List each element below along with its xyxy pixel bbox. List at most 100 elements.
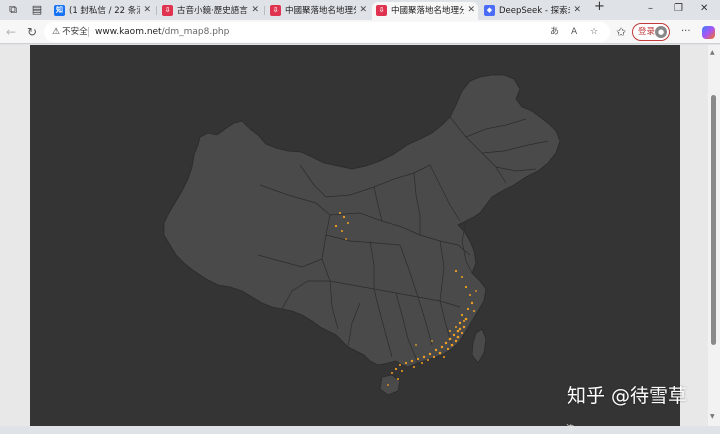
close-icon[interactable]: ✕ [573,4,581,16]
dot [469,294,471,296]
dot [452,333,456,337]
dot [341,230,343,232]
tab-title: (1 封私信 / 22 条消息) [69,6,140,16]
reload-icon[interactable]: ↻ [27,24,37,40]
china-landmass [163,74,561,368]
minimize-button[interactable]: – [648,2,653,16]
dot [456,335,460,339]
dot [443,356,445,358]
address-bar[interactable]: ⚠ 不安全 www.kaom.net/dm_map8.php あ A ☆ [44,22,610,42]
dot [342,215,346,219]
tab-title: 古音小鏡·歷史語言學 [177,6,248,16]
dot [448,337,452,341]
translate-icon[interactable]: あ [550,26,559,38]
dot [415,344,417,346]
more-menu-icon[interactable]: ··· [681,24,691,40]
copilot-icon[interactable] [702,26,715,39]
dot [458,327,462,331]
dot [339,212,341,214]
tab-bar: ⧉ ▤ 知 (1 封私信 / 22 条消息) ✕ ⇩ 古音小鏡·歷史語言學 ✕ … [0,0,720,20]
dot [458,321,462,325]
read-aloud-icon[interactable]: A [571,26,577,38]
dot [462,325,466,329]
close-icon[interactable]: ✕ [467,4,475,16]
warning-icon: ⚠ [52,27,61,37]
dot [464,317,468,321]
favorite-star-icon[interactable]: ☆ [590,26,598,38]
deepseek-icon: ◆ [484,5,495,16]
dot [427,359,429,361]
tab-map-active[interactable]: ⇩ 中國聚落地名地理分布 ✕ [372,2,478,20]
dot [394,367,398,371]
dot [391,372,393,374]
url-divider [88,27,89,37]
dot [334,224,338,228]
dot [410,359,414,363]
back-arrow-icon[interactable]: ← [6,24,16,40]
scroll-up-icon[interactable]: ▲ [710,49,715,56]
close-icon[interactable]: ✕ [251,4,259,16]
dot [345,238,347,240]
login-button[interactable]: 登录 ● [632,23,670,41]
scroll-down-icon[interactable]: ▼ [710,413,715,420]
site-favicon-icon: ⇩ [376,5,387,16]
tab-divider [264,6,265,15]
dot [455,326,457,328]
dot [454,339,458,343]
dot [347,222,349,224]
dot [387,384,389,386]
tab-map-1[interactable]: ⇩ 中國聚落地名地理分布 ✕ [266,2,370,20]
dot [399,364,401,366]
china-map[interactable] [30,45,680,426]
close-icon[interactable]: ✕ [143,4,151,16]
close-icon[interactable]: ✕ [359,4,367,16]
hainan-island [379,374,401,396]
dot [464,285,468,289]
dot [438,351,442,355]
tab-actions-icon[interactable]: ▤ [30,3,44,17]
tab-divider [156,6,157,15]
tab-deepseek[interactable]: ◆ DeepSeek - 探索未至之境 ✕ [480,2,584,20]
zhihu-watermark: 知乎 @待雪草 [567,385,688,407]
dot [440,345,444,349]
site-favicon-icon: ⇩ [270,5,281,16]
tab-title: DeepSeek - 探索未至之境 [499,6,570,16]
tab-title: 中國聚落地名地理分布 [285,6,356,16]
dot [401,370,403,372]
dot [470,301,474,305]
page-scrollbar[interactable]: ▲ ▼ [708,45,720,426]
dot [456,329,460,333]
address-toolbar: ← ↻ ⚠ 不安全 www.kaom.net/dm_map8.php あ A ☆ … [0,20,720,44]
tab-zhihu[interactable]: 知 (1 封私信 / 22 条消息) ✕ [50,2,154,20]
dot [421,362,423,364]
zhihu-icon: 知 [54,5,65,16]
dot [404,361,408,365]
scrollbar-thumb[interactable] [711,95,716,345]
dot [431,340,433,342]
site-favicon-icon: ⇩ [162,5,173,16]
new-tab-button[interactable]: + [594,0,605,14]
restore-button[interactable]: ❐ [674,2,683,16]
dot [463,320,465,322]
dot [449,330,451,332]
favorites-icon[interactable]: ✩ [616,24,626,40]
url-text[interactable]: www.kaom.net/dm_map8.php [95,26,229,38]
taiwan-island [471,328,487,364]
security-indicator[interactable]: ⚠ 不安全 [52,26,88,38]
workspaces-icon[interactable]: ⧉ [6,3,20,17]
window-close-button[interactable]: ✕ [700,2,708,16]
dot [444,341,448,345]
tab-guyin[interactable]: ⇩ 古音小鏡·歷史語言學 ✕ [158,2,262,20]
dot [460,331,464,335]
map-panel[interactable] [30,45,680,426]
dot [432,355,436,359]
dot [413,366,415,368]
avatar-icon: ● [655,26,667,38]
dot [434,348,438,352]
dot [428,352,432,356]
map-label-macau: 澳 [566,424,574,433]
dot [473,310,475,312]
dot [446,347,450,351]
page-content: 澳 [0,45,720,433]
dot [460,313,464,317]
